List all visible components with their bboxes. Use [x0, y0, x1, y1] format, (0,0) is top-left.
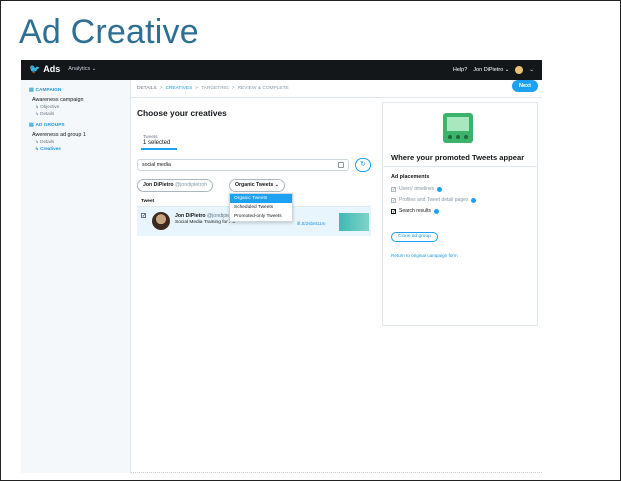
info-icon[interactable] [471, 197, 477, 203]
placement-checkbox[interactable]: ✓ [391, 186, 396, 192]
step-creatives[interactable]: CREATIVES [165, 86, 192, 91]
chevron-down-icon[interactable]: ⌄ [529, 67, 534, 73]
placement-checkbox[interactable]: ✓ [391, 197, 396, 203]
brand[interactable]: 🐦 Ads Analytics ⌄ [29, 64, 96, 74]
adgroups-icon: ▤ [29, 123, 34, 128]
return-link[interactable]: Return to original campaign form [391, 253, 458, 258]
brand-ads-label: Ads [43, 64, 61, 74]
divider [383, 166, 537, 167]
step-separator: > [159, 86, 163, 91]
breadcrumb: DETAILS > CREATIVES > TARGETING > REVIEW… [137, 86, 289, 91]
step-details[interactable]: DETAILS [137, 86, 157, 91]
info-icon[interactable] [433, 208, 439, 214]
next-button[interactable]: Next [512, 80, 538, 92]
top-right: Help? Jon DiPietro ⌄ ⌄ [453, 66, 534, 74]
tweet-text: Social Media Training for Po [175, 220, 235, 225]
promoted-tweet-illustration [443, 113, 473, 143]
page-title: Choose your creatives [137, 108, 227, 118]
sidebar-adgroup-name[interactable]: Awereness ad group 1 [32, 132, 122, 138]
placements-panel: Where your promoted Tweets appear Ad pla… [382, 102, 538, 326]
divider [131, 97, 542, 98]
dropdown-option-organic[interactable]: Organic Tweets [230, 194, 292, 203]
tab-underline [141, 148, 177, 150]
sidebar-campaign-name[interactable]: Awareness campaign [32, 97, 122, 103]
tweet-checkbox[interactable]: ✓ [141, 213, 146, 219]
tab-tweets-label[interactable]: Tweets [143, 134, 158, 139]
account-handle: @jondipietroh [175, 182, 208, 188]
step-review[interactable]: REVIEW & COMPLETE [238, 86, 289, 91]
tweet-column-header: Tweet [141, 199, 155, 204]
slide: Ad Creative 🐦 Ads Analytics ⌄ Help? Jon … [0, 0, 621, 481]
step-separator: > [231, 86, 235, 91]
placement-search[interactable]: ✓ Search results [391, 208, 439, 214]
placements-heading: Ad placements [391, 174, 430, 180]
search-icon[interactable] [338, 162, 344, 168]
chevron-down-icon: ⌄ [274, 182, 280, 188]
account-filter[interactable]: Jon DiPietro @jondipietroh [137, 179, 214, 192]
sidebar-item-adgroup-details[interactable]: ↳ Details [35, 139, 122, 145]
tweet-author-name: Jon DiPietro [175, 213, 206, 219]
placement-label: Profiles and Tweet detail pages [399, 197, 469, 203]
tweet-type-value: Organic Tweets [235, 182, 274, 188]
user-menu[interactable]: Jon DiPietro ⌄ [473, 67, 509, 73]
search-input[interactable]: social media [137, 159, 349, 171]
sidebar-adgroups-label: AD GROUPS [35, 123, 65, 128]
panel-title: Where your promoted Tweets appear [391, 153, 525, 162]
avatar [152, 212, 170, 230]
twitter-bird-icon: 🐦 [29, 63, 41, 74]
tweet-thumbnail [339, 213, 369, 231]
tweet-author-handle: @jondipiet [207, 213, 232, 219]
dropdown-option-scheduled[interactable]: Scheduled Tweets [230, 203, 292, 212]
search-value: social media [142, 162, 171, 168]
tweet-type-dropdown: Organic Tweets Scheduled Tweets Promoted… [229, 193, 293, 222]
placement-label: Users' timelines [399, 186, 435, 192]
sidebar-adgroups-head: ▤ AD GROUPS [29, 123, 122, 128]
step-separator: > [195, 86, 199, 91]
placement-profiles[interactable]: ✓ Profiles and Tweet detail pages [391, 197, 477, 203]
main-content: DETAILS > CREATIVES > TARGETING > REVIEW… [131, 80, 542, 473]
sidebar-campaign-head: ▤ CAMPAIGN [29, 88, 122, 93]
top-bar: 🐦 Ads Analytics ⌄ Help? Jon DiPietro ⌄ ⌄ [21, 60, 542, 80]
clone-ad-group-button[interactable]: Clone ad group [391, 232, 438, 242]
help-link[interactable]: Help? [453, 67, 467, 73]
tab-tweets-count[interactable]: 1 selected [143, 140, 170, 146]
tweet-author: Jon DiPietro @jondipiet [175, 213, 232, 219]
ads-screenshot: 🐦 Ads Analytics ⌄ Help? Jon DiPietro ⌄ ⌄… [21, 60, 542, 473]
sidebar-campaign-label: CAMPAIGN [35, 88, 62, 93]
refresh-icon[interactable]: ↻ [355, 158, 371, 172]
info-icon[interactable] [437, 186, 443, 192]
dropdown-option-promoted-only[interactable]: Promoted-only Tweets [230, 212, 292, 221]
step-targeting[interactable]: TARGETING [201, 86, 229, 91]
placement-label: Search results [399, 208, 431, 214]
sidebar-item-objective[interactable]: ↳ Objective [35, 104, 122, 110]
sidebar: ▤ CAMPAIGN Awareness campaign ↳ Objectiv… [21, 80, 131, 473]
tweet-link[interactable]: ift.tt/2sbM11m [297, 221, 326, 226]
placement-checkbox[interactable]: ✓ [391, 208, 396, 214]
avatar[interactable] [515, 66, 524, 74]
campaign-icon: ▤ [29, 88, 34, 93]
analytics-menu[interactable]: Analytics ⌄ [68, 66, 96, 72]
tweet-type-select[interactable]: Organic Tweets ⌄ [229, 179, 286, 192]
slide-title: Ad Creative [19, 13, 199, 51]
account-name: Jon DiPietro [143, 182, 174, 188]
placement-timelines[interactable]: ✓ Users' timelines [391, 186, 443, 192]
sidebar-item-creatives[interactable]: ↳ Creatives [35, 146, 122, 152]
